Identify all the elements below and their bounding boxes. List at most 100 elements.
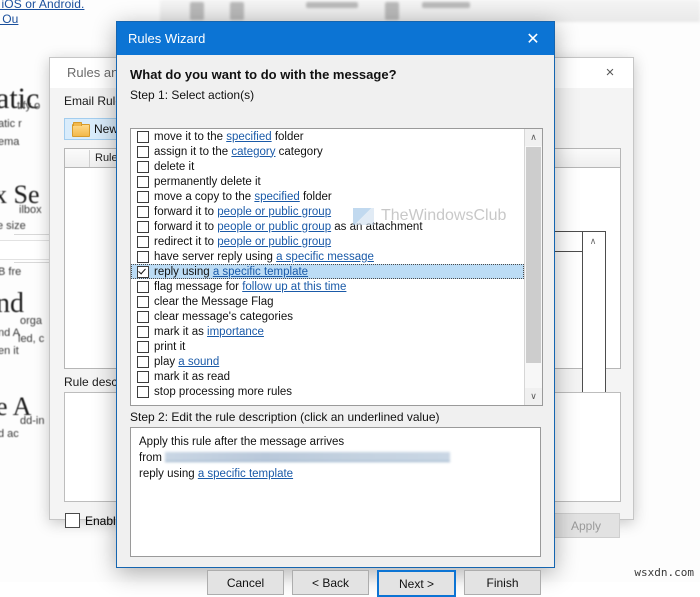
- checkbox-icon[interactable]: [137, 295, 149, 308]
- action-text: delete it: [154, 160, 195, 173]
- description-line: reply using a specific template: [139, 466, 532, 482]
- checkbox-icon[interactable]: [137, 340, 149, 353]
- bg-input: [0, 240, 56, 260]
- action-item[interactable]: print it: [131, 339, 524, 354]
- step1-label: Step 1: Select action(s): [130, 88, 255, 102]
- action-item[interactable]: have server reply using a specific messa…: [131, 249, 524, 264]
- action-text: as an attachment: [331, 220, 423, 233]
- action-value-link[interactable]: people or public group: [217, 236, 331, 248]
- step2-label: Step 2: Edit the rule description (click…: [130, 410, 440, 424]
- checkbox-icon[interactable]: [137, 220, 149, 233]
- checkbox-icon[interactable]: [137, 355, 149, 368]
- rule-description-editor[interactable]: Apply this rule after the message arrive…: [130, 427, 541, 557]
- checkbox-icon[interactable]: [137, 385, 149, 398]
- action-item[interactable]: reply using a specific template: [131, 264, 524, 279]
- scroll-up-icon[interactable]: ∧: [525, 129, 542, 146]
- action-text: have server reply using: [154, 250, 277, 263]
- action-item-label: stop processing more rules: [154, 386, 292, 398]
- checkbox-icon[interactable]: [137, 160, 149, 173]
- description-line: from: [139, 450, 532, 466]
- scroll-down-icon[interactable]: ∨: [525, 388, 542, 405]
- action-item[interactable]: mark it as importance: [131, 324, 524, 339]
- blurred-window-strip: [160, 0, 700, 22]
- wizard-titlebar: Rules Wizard ✕: [117, 22, 554, 55]
- action-item[interactable]: delete it: [131, 159, 524, 174]
- cancel-button[interactable]: Cancel: [207, 570, 284, 595]
- action-text: stop processing more rules: [154, 385, 293, 398]
- action-item[interactable]: flag message for follow up at this time: [131, 279, 524, 294]
- action-text: forward it to: [154, 205, 218, 218]
- description-text: from: [139, 452, 166, 464]
- wizard-buttons: Cancel < Back Next > Finish: [117, 570, 554, 597]
- close-icon[interactable]: ×: [595, 62, 625, 84]
- action-text: folder: [271, 130, 304, 143]
- bg-link-0[interactable]: r iOS or Android.: [0, 0, 84, 11]
- action-value-link[interactable]: category: [231, 146, 275, 158]
- action-value-link[interactable]: importance: [207, 326, 264, 338]
- action-text: reply using: [154, 265, 213, 278]
- action-item[interactable]: assign it to the category category: [131, 144, 524, 159]
- checkbox-icon[interactable]: [137, 250, 149, 263]
- checkbox-icon[interactable]: [137, 310, 149, 323]
- enable-checkbox[interactable]: [65, 513, 80, 528]
- action-item-label: forward it to people or public group as …: [154, 221, 423, 233]
- checkbox-icon[interactable]: [137, 145, 149, 158]
- action-text: category: [275, 145, 323, 158]
- action-item[interactable]: clear message's categories: [131, 309, 524, 324]
- checkbox-checked-icon[interactable]: [137, 265, 149, 278]
- finish-button[interactable]: Finish: [464, 570, 541, 595]
- action-item-label: print it: [154, 341, 185, 353]
- bg-fragment-0: tify o: [17, 100, 41, 112]
- action-value-link[interactable]: specified: [254, 191, 299, 203]
- checkbox-icon[interactable]: [137, 235, 149, 248]
- action-item[interactable]: redirect it to people or public group: [131, 234, 524, 249]
- action-item-label: move a copy to the specified folder: [154, 191, 332, 203]
- action-item-label: redirect it to people or public group: [154, 236, 331, 248]
- apply-button[interactable]: Apply: [552, 513, 620, 538]
- action-item-label: delete it: [154, 161, 194, 173]
- action-value-link[interactable]: people or public group: [217, 221, 331, 233]
- action-list-scrollbar[interactable]: ∧ ∨: [524, 129, 542, 405]
- action-text: redirect it to: [154, 235, 218, 248]
- checkbox-icon[interactable]: [137, 130, 149, 143]
- action-text: mark it as: [154, 325, 208, 338]
- action-value-link[interactable]: specified: [226, 131, 271, 143]
- action-text: move a copy to the: [154, 190, 255, 203]
- bg-link-1[interactable]: e Ou: [0, 12, 18, 26]
- action-text: clear message's categories: [154, 310, 293, 323]
- checkbox-icon[interactable]: [137, 280, 149, 293]
- action-value-link[interactable]: a specific template: [213, 266, 308, 278]
- action-value-link[interactable]: a specific message: [276, 251, 374, 263]
- action-item-label: assign it to the category category: [154, 146, 323, 158]
- action-item[interactable]: forward it to people or public group as …: [131, 219, 524, 234]
- action-value-link[interactable]: people or public group: [217, 206, 331, 218]
- action-value-link[interactable]: follow up at this time: [242, 281, 346, 293]
- next-button[interactable]: Next >: [377, 570, 456, 597]
- action-item[interactable]: play a sound: [131, 354, 524, 369]
- description-value-link[interactable]: a specific template: [198, 468, 293, 480]
- action-list[interactable]: move it to the specified folder assign it…: [130, 128, 543, 406]
- bg-fragment-5: B fre: [0, 266, 22, 278]
- checkbox-icon[interactable]: [137, 205, 149, 218]
- checkbox-icon[interactable]: [137, 175, 149, 188]
- action-item[interactable]: mark it as read: [131, 369, 524, 384]
- action-item[interactable]: move it to the specified folder: [131, 129, 524, 144]
- bg-fragment-3: ilbox: [19, 204, 42, 216]
- action-item[interactable]: stop processing more rules: [131, 384, 524, 399]
- action-item[interactable]: clear the Message Flag: [131, 294, 524, 309]
- tab-email-rules[interactable]: Email Rule: [64, 94, 122, 108]
- scroll-up-icon[interactable]: ∧: [583, 233, 603, 250]
- close-icon[interactable]: ✕: [512, 22, 554, 55]
- back-button[interactable]: < Back: [292, 570, 369, 595]
- action-item[interactable]: forward it to people or public group: [131, 204, 524, 219]
- action-value-link[interactable]: a sound: [178, 356, 219, 368]
- enable-rule-row[interactable]: Enable: [65, 513, 122, 528]
- checkbox-icon[interactable]: [137, 325, 149, 338]
- action-item[interactable]: move a copy to the specified folder: [131, 189, 524, 204]
- action-item-label: mark it as read: [154, 371, 230, 383]
- checkbox-icon[interactable]: [137, 190, 149, 203]
- action-item[interactable]: permanently delete it: [131, 174, 524, 189]
- scrollbar-thumb[interactable]: [526, 147, 541, 363]
- checkbox-icon[interactable]: [137, 370, 149, 383]
- redacted-sender-value[interactable]: [165, 452, 451, 462]
